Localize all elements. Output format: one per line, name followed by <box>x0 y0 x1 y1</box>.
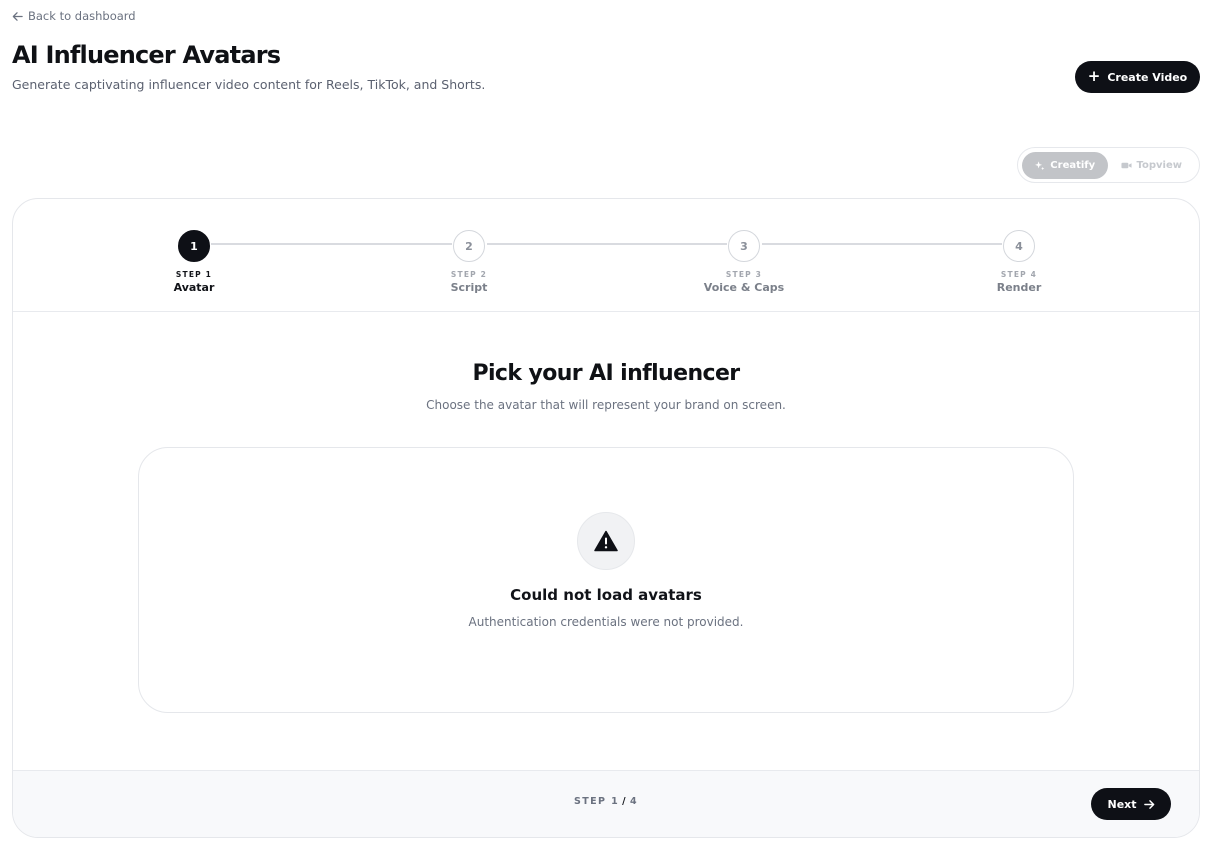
next-button[interactable]: Next <box>1091 788 1171 820</box>
step-voice-caps[interactable]: 3 STEP 3 Voice & Caps <box>689 230 799 294</box>
provider-label: Creatify <box>1050 159 1096 171</box>
step-script[interactable]: 2 STEP 2 Script <box>414 230 524 294</box>
next-label: Next <box>1107 797 1137 811</box>
back-to-dashboard-link[interactable]: Back to dashboard <box>12 9 136 23</box>
step-name: Render <box>996 281 1042 294</box>
provider-option-topview[interactable]: Topview <box>1108 152 1196 179</box>
create-video-label: Create Video <box>1107 70 1188 84</box>
step-counter-label: STEP <box>574 796 607 807</box>
page-subtitle: Generate captivating influencer video co… <box>12 77 486 92</box>
video-camera-icon <box>1120 162 1132 168</box>
arrow-right-icon <box>1143 799 1154 809</box>
wizard-card: 1 STEP 1 Avatar 2 STEP 2 Script 3 STEP 3… <box>12 198 1200 838</box>
total-steps: 4 <box>629 796 638 807</box>
step-counter: STEP 1/4 <box>13 796 1199 807</box>
step-caption: STEP 2 <box>450 270 488 279</box>
step-number: 2 <box>453 230 485 262</box>
back-link-label: Back to dashboard <box>28 9 136 23</box>
avatar-error-card: Could not load avatars Authentication cr… <box>138 447 1074 713</box>
sparkle-icon <box>1035 160 1045 170</box>
step-name: Avatar <box>173 281 215 294</box>
step-caption: STEP 1 <box>175 270 213 279</box>
step-avatar[interactable]: 1 STEP 1 Avatar <box>139 230 249 294</box>
step-separator: / <box>622 796 627 807</box>
warning-icon <box>594 530 618 552</box>
warning-icon-badge <box>577 512 635 570</box>
step-name: Script <box>450 281 488 294</box>
section-title: Pick your AI influencer <box>472 361 740 386</box>
provider-toggle: Creatify Topview <box>1017 147 1200 183</box>
step-name: Voice & Caps <box>703 281 785 294</box>
error-message: Authentication credentials were not prov… <box>468 615 744 629</box>
step-caption: STEP 4 <box>1000 270 1038 279</box>
stepper: 1 STEP 1 Avatar 2 STEP 2 Script 3 STEP 3… <box>13 199 1199 312</box>
provider-option-creatify[interactable]: Creatify <box>1022 151 1108 179</box>
error-title: Could not load avatars <box>510 586 702 604</box>
create-video-button[interactable]: + Create Video <box>1075 61 1200 93</box>
page: Back to dashboard AI Influencer Avatars … <box>0 0 1225 856</box>
wizard-footer: STEP 1/4 Next <box>13 770 1199 837</box>
step-render[interactable]: 4 STEP 4 Render <box>964 230 1074 294</box>
step-caption: STEP 3 <box>725 270 763 279</box>
plus-icon: + <box>1087 67 1101 85</box>
step-number: 1 <box>178 230 210 262</box>
section-subtitle: Choose the avatar that will represent yo… <box>426 398 786 412</box>
step-number: 4 <box>1003 230 1035 262</box>
current-step: 1 <box>611 796 620 807</box>
step-number: 3 <box>728 230 760 262</box>
wizard-body: Pick your AI influencer Choose the avata… <box>13 312 1199 771</box>
provider-label: Topview <box>1136 159 1183 171</box>
arrow-left-icon <box>12 11 23 21</box>
page-title: AI Influencer Avatars <box>12 41 281 69</box>
